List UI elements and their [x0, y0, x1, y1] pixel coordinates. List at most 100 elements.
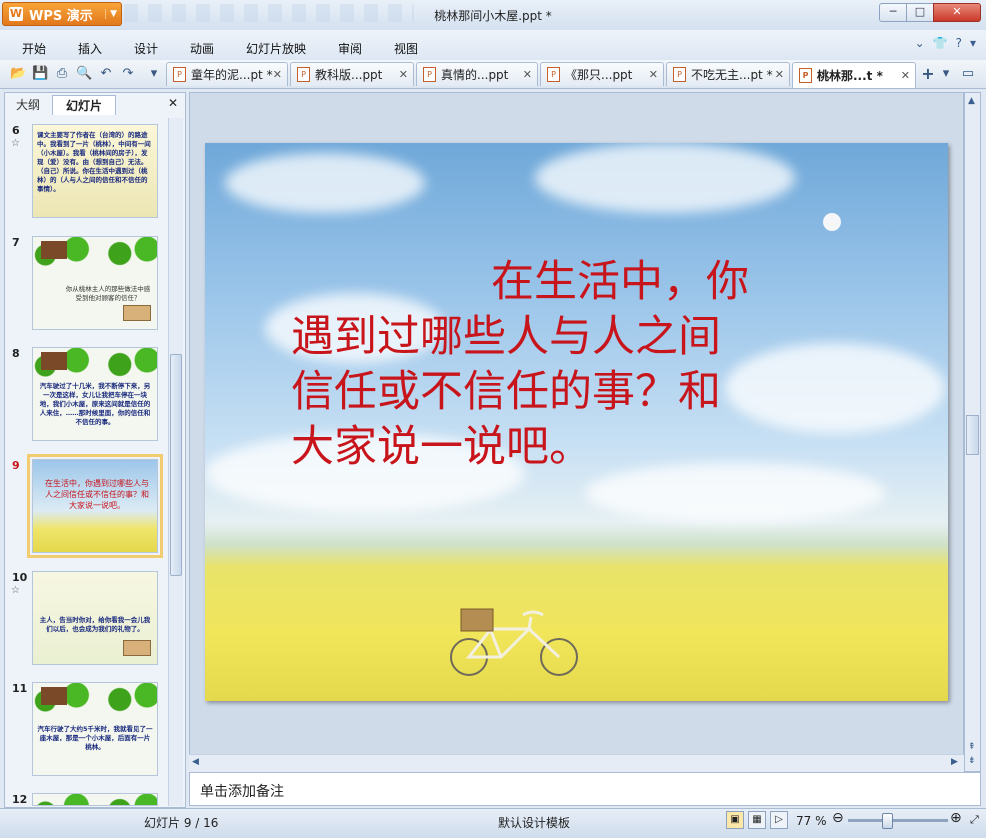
wps-app-button[interactable]: W WPS 演示 ▼	[2, 2, 122, 26]
cloud-decoration	[225, 153, 425, 213]
ppt-file-icon: P	[547, 67, 560, 82]
slide-text-line-2: 遇到过哪些人与人之间	[291, 312, 721, 362]
zoom-out-icon[interactable]: ⊖	[832, 810, 844, 826]
slide-thumbnail-12[interactable]	[32, 793, 158, 806]
close-tab-icon[interactable]: ✕	[273, 68, 282, 81]
thumbnail-text: 汽车驶过了十几米，我不断停下来，另一次是这样，女儿让我把车停在一块地，我们小木屋…	[39, 382, 151, 426]
close-window-button[interactable]: ✕	[933, 3, 981, 22]
slide-number: 9	[12, 459, 20, 472]
doc-tab-1[interactable]: P 童年的泥...pt * ✕	[166, 62, 288, 86]
doc-tab-label: 教科版...ppt	[315, 68, 383, 82]
menu-review[interactable]: 审阅	[338, 40, 362, 57]
hut-decoration	[41, 241, 67, 259]
template-name[interactable]: 默认设计模板	[498, 814, 570, 831]
thumbnail-text: 你从桃林主人的那些做法中感受到他对顾客的信任？	[65, 285, 151, 302]
zoom-in-icon[interactable]: ⊕	[950, 810, 962, 826]
new-tab-icon[interactable]: +	[920, 66, 936, 82]
ppt-file-icon: P	[423, 67, 436, 82]
open-folder-icon[interactable]: 📂	[10, 66, 26, 82]
close-tab-icon[interactable]: ✕	[901, 69, 910, 82]
scrollbar-thumb[interactable]	[966, 415, 979, 455]
editor-vertical-scrollbar[interactable]	[964, 92, 981, 772]
notes-pane[interactable]: 单击添加备注	[189, 772, 981, 806]
thumbnail-text: 课文主要写了作者在（台湾的）的路途中。我看到了一片（桃林），中间有一间（小木屋）…	[37, 131, 151, 193]
print-preview-icon[interactable]: 🔍	[76, 66, 92, 82]
tab-slides[interactable]: 幻灯片	[52, 95, 116, 115]
notes-placeholder: 单击添加备注	[200, 784, 284, 800]
menu-slideshow[interactable]: 幻灯片放映	[246, 40, 306, 57]
doc-tab-6-active[interactable]: P 桃林那...t * ✕	[792, 62, 916, 88]
tab-outline[interactable]: 大纲	[8, 95, 48, 115]
doc-tab-3[interactable]: P 真情的...ppt ✕	[416, 62, 538, 86]
editor-horizontal-scrollbar[interactable]	[189, 754, 964, 772]
redo-icon[interactable]: ↷	[120, 66, 136, 82]
save-icon[interactable]: 💾	[32, 66, 48, 82]
menu-insert[interactable]: 插入	[78, 40, 102, 57]
zoom-level[interactable]: 77 %	[796, 814, 827, 828]
slide-thumbnail-6[interactable]: 课文主要写了作者在（台湾的）的路途中。我看到了一片（桃林），中间有一间（小木屋）…	[32, 124, 158, 218]
fit-window-icon[interactable]: ⤢	[970, 813, 979, 827]
menu-home[interactable]: 开始	[22, 40, 46, 57]
slide-thumbnail-9-selected[interactable]: 在生活中，你遇到过哪些人与人之间信任或不信任的事？和大家说一说吧。	[27, 454, 163, 558]
menu-right-controls: ⌄ 👕 ? ▾	[915, 36, 976, 50]
slide-thumbnail-10[interactable]: 主人，告当时你对，给你看我一会儿我们以后，也会成为我们的礼物了。	[32, 571, 158, 665]
maximize-button[interactable]: □	[906, 3, 934, 22]
zoom-slider[interactable]	[848, 819, 948, 822]
skin-icon[interactable]: 👕	[933, 36, 948, 50]
scroll-up-icon[interactable]: ▲	[968, 96, 975, 106]
doc-tab-5[interactable]: P 不吃无主...pt * ✕	[666, 62, 790, 86]
ppt-file-icon: P	[173, 67, 186, 82]
close-tab-icon[interactable]: ✕	[399, 68, 408, 81]
ppt-file-icon: P	[799, 68, 812, 83]
slide-body-text[interactable]: 在生活中，你 遇到过哪些人与人之间 信任或不信任的事？和 大家说一说吧。	[291, 255, 871, 475]
slide-text-line-1: 在生活中，你	[491, 257, 749, 307]
undo-icon[interactable]: ↶	[98, 66, 114, 82]
help-icon[interactable]: ?	[956, 36, 962, 50]
ppt-file-icon: P	[673, 67, 686, 82]
moon-decoration	[823, 213, 841, 231]
doc-tab-label: 《那只...ppt	[565, 68, 633, 82]
doc-tab-2[interactable]: P 教科版...ppt ✕	[290, 62, 414, 86]
slide-sorter-icon[interactable]: ▦	[748, 811, 766, 829]
thumbnail-text: 在生活中，你遇到过哪些人与人之间信任或不信任的事？和大家说一说吧。	[45, 479, 149, 510]
slides-panel-scrollbar[interactable]	[168, 118, 183, 806]
slide-thumbnail-11[interactable]: 汽车行驶了大约5千米时，我就看见了一座木屋，那是一个小木屋，后面有一片桃林。	[32, 682, 158, 776]
close-tab-icon[interactable]: ✕	[649, 68, 658, 81]
doc-tab-label: 童年的泥...pt *	[191, 68, 273, 82]
close-tab-icon[interactable]: ✕	[523, 68, 532, 81]
bicycle-image	[450, 608, 578, 676]
slideshow-icon[interactable]: ▷	[770, 811, 788, 829]
next-slide-icon[interactable]: ⇟	[968, 756, 976, 766]
doc-tab-label: 不吃无主...pt *	[691, 68, 773, 82]
menu-view[interactable]: 视图	[394, 40, 418, 57]
help-dropdown-icon[interactable]: ▾	[970, 36, 976, 50]
scroll-left-icon[interactable]: ◀	[192, 757, 199, 767]
menu-animation[interactable]: 动画	[190, 40, 214, 57]
current-slide[interactable]: 在生活中，你 遇到过哪些人与人之间 信任或不信任的事？和 大家说一说吧。	[205, 143, 948, 701]
scroll-right-icon[interactable]: ▶	[951, 757, 958, 767]
normal-view-icon[interactable]: ▣	[726, 811, 744, 829]
doc-tab-4[interactable]: P 《那只...ppt ✕	[540, 62, 664, 86]
slide-thumbnail-7[interactable]: 你从桃林主人的那些做法中感受到他对顾客的信任？	[32, 236, 158, 330]
close-tab-icon[interactable]: ✕	[775, 68, 784, 81]
zoom-slider-handle[interactable]	[882, 813, 893, 829]
window-mode-icon[interactable]: ▭	[960, 66, 976, 82]
slide-thumbnail-8[interactable]: 汽车驶过了十几米，我不断停下来，另一次是这样，女儿让我把车停在一块地，我们小木屋…	[32, 347, 158, 441]
minimize-button[interactable]: ─	[879, 3, 907, 22]
wps-logo-icon: W	[9, 7, 23, 21]
slide-number: 10	[12, 571, 28, 584]
print-icon[interactable]: ⎙	[54, 66, 70, 82]
tab-list-icon[interactable]: ▾	[938, 66, 954, 82]
collapse-ribbon-icon[interactable]: ⌄	[915, 36, 925, 50]
slide-number: 7	[12, 236, 20, 249]
animation-star-icon: ☆	[11, 138, 20, 149]
slide-text-line-3: 信任或不信任的事？和	[291, 367, 721, 417]
close-panel-icon[interactable]: ✕	[168, 96, 178, 110]
scrollbar-thumb[interactable]	[170, 354, 182, 576]
prev-slide-icon[interactable]: ⇞	[968, 742, 976, 752]
slide-number: 12	[12, 793, 28, 806]
doc-tab-label: 桃林那...t *	[817, 69, 883, 83]
menu-design[interactable]: 设计	[134, 40, 158, 57]
toolbar-more-icon[interactable]: ▾	[146, 66, 162, 82]
dropdown-arrow-icon: ▼	[105, 9, 117, 19]
